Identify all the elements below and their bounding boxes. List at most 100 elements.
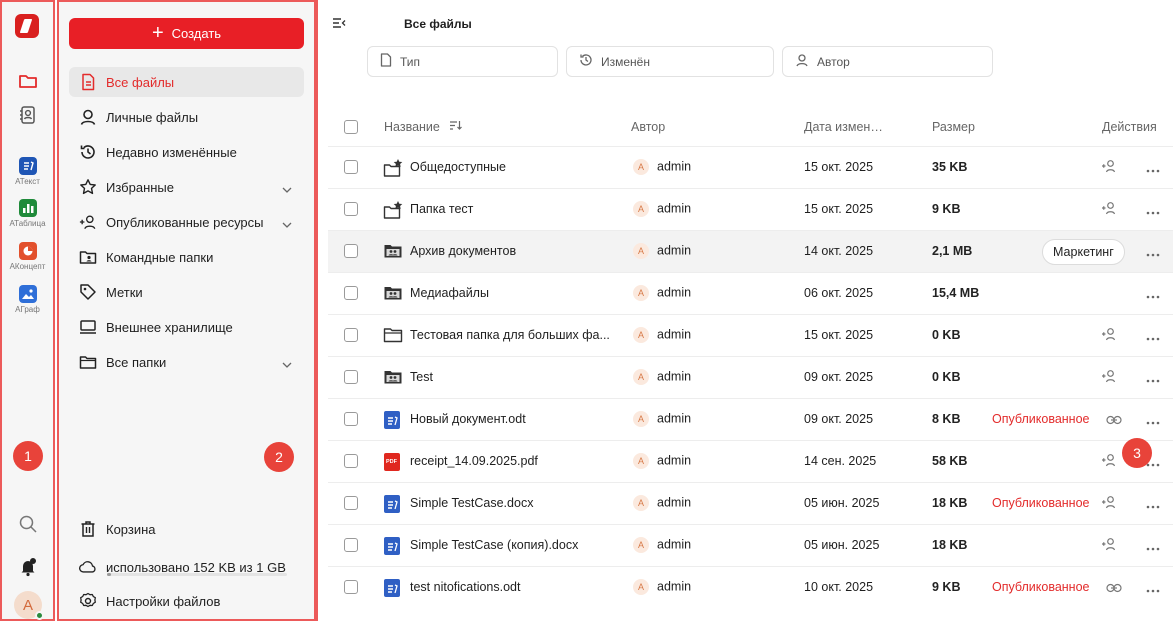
app-graph[interactable]: АГраф (2, 285, 53, 314)
more-actions-icon[interactable] (1146, 498, 1160, 512)
filter-author[interactable]: Автор (782, 46, 993, 77)
table-row[interactable]: Новый документ.odt Aadmin 09 окт. 2025 8 KB… (328, 398, 1173, 440)
file-author: Aadmin (633, 327, 691, 343)
sidebar-item-all-files[interactable]: Все файлы (69, 67, 304, 97)
chevron-down-icon[interactable] (282, 216, 292, 231)
sidebar-item-team-folders[interactable]: Командные папки (69, 242, 304, 272)
row-checkbox[interactable] (344, 454, 358, 468)
table-row[interactable]: Тестовая папка для больших фа... Aadmin 15… (328, 314, 1173, 356)
author-avatar: A (633, 411, 649, 427)
row-checkbox[interactable] (344, 580, 358, 594)
collapse-sidebar-icon[interactable] (332, 16, 346, 34)
file-name[interactable]: receipt_14.09.2025.pdf (410, 454, 538, 468)
row-checkbox[interactable] (344, 328, 358, 342)
chevron-down-icon[interactable] (282, 181, 292, 196)
table-row[interactable]: Test Aadmin 09 окт. 2025 0 KB (328, 356, 1173, 398)
create-button[interactable]: + Создать (69, 18, 304, 49)
table-row[interactable]: Папка тест Aadmin 15 окт. 2025 9 KB (328, 188, 1173, 230)
sidebar-item-personal-files[interactable]: Личные файлы (69, 102, 304, 132)
more-actions-icon[interactable] (1146, 204, 1160, 218)
sidebar-item-external-storage[interactable]: Внешнее хранилище (69, 312, 304, 342)
more-actions-icon[interactable] (1146, 540, 1160, 554)
row-checkbox[interactable] (344, 202, 358, 216)
sidebar-item-published[interactable]: Опубликованные ресурсы (69, 207, 304, 237)
table-row[interactable]: Медиафайлы Aadmin 06 окт. 2025 15,4 MB (328, 272, 1173, 314)
file-name[interactable]: Тестовая папка для больших фа... (410, 328, 610, 342)
row-checkbox[interactable] (344, 538, 358, 552)
file-size: 15,4 MB (932, 286, 980, 300)
user-avatar[interactable]: A (14, 591, 44, 620)
search-icon[interactable] (2, 514, 53, 534)
notifications-bell-icon[interactable] (2, 557, 53, 577)
app-logo[interactable] (15, 14, 39, 38)
app-text[interactable]: АТекст (2, 157, 53, 186)
file-author-name: admin (657, 369, 692, 384)
share-user-icon[interactable] (1101, 201, 1117, 218)
more-actions-icon[interactable] (1146, 372, 1160, 386)
file-author: Aadmin (633, 201, 691, 217)
text-doc-icon (18, 157, 37, 175)
table-row[interactable]: Общедоступные Aadmin 15 окт. 2025 35 KB (328, 146, 1173, 188)
table-row[interactable]: Simple TestCase.docx Aadmin 05 июн. 2025 18… (328, 482, 1173, 524)
share-user-icon[interactable] (1101, 159, 1117, 176)
files-folder-icon[interactable] (2, 72, 53, 90)
contacts-icon[interactable] (2, 105, 53, 125)
sidebar-item-favorites[interactable]: Избранные (69, 172, 304, 202)
row-checkbox[interactable] (344, 244, 358, 258)
tag-badge[interactable]: Маркетинг (1042, 239, 1125, 265)
row-checkbox[interactable] (344, 370, 358, 384)
column-header-date[interactable]: Дата измен… (804, 120, 883, 134)
table-row[interactable]: PDF receipt_14.09.2025.pdf Aadmin 14 сен. 2… (328, 440, 1173, 482)
file-name[interactable]: Test (410, 370, 433, 384)
share-user-icon[interactable] (1101, 369, 1117, 386)
table-row[interactable]: Архив документов Aadmin 14 окт. 2025 2,1 MB… (328, 230, 1173, 272)
row-checkbox[interactable] (344, 286, 358, 300)
share-user-icon[interactable] (1101, 537, 1117, 554)
filter-type[interactable]: Тип (367, 46, 558, 77)
sidebar-item-file-settings[interactable]: Настройки файлов (69, 586, 304, 616)
share-user-icon[interactable] (1101, 327, 1117, 344)
column-header-name[interactable]: Название (384, 120, 463, 134)
row-checkbox[interactable] (344, 496, 358, 510)
select-all-checkbox[interactable] (344, 120, 358, 134)
sidebar-item-tags[interactable]: Метки (69, 277, 304, 307)
app-table[interactable]: АТаблица (2, 199, 53, 228)
column-header-size[interactable]: Размер (932, 120, 975, 134)
share-user-icon[interactable] (1101, 495, 1117, 512)
file-name[interactable]: Архив документов (410, 244, 516, 258)
file-name[interactable]: Общедоступные (410, 160, 506, 174)
link-icon[interactable] (1106, 414, 1122, 428)
more-actions-icon[interactable] (1146, 414, 1160, 428)
filter-author-label: Автор (817, 54, 850, 69)
filter-modified[interactable]: Изменён (566, 46, 774, 77)
link-icon[interactable] (1106, 582, 1122, 596)
more-actions-icon[interactable] (1146, 582, 1160, 596)
author-avatar: A (633, 579, 649, 595)
row-checkbox[interactable] (344, 412, 358, 426)
app-concept[interactable]: АКонцепт (2, 242, 53, 271)
more-actions-icon[interactable] (1146, 288, 1160, 302)
more-actions-icon[interactable] (1146, 162, 1160, 176)
published-status: Опубликованное (992, 496, 1090, 510)
file-name[interactable]: Simple TestCase (копия).docx (410, 538, 578, 552)
file-name[interactable]: test nitofications.odt (410, 580, 520, 594)
author-avatar: A (633, 495, 649, 511)
file-name[interactable]: Папка тест (410, 202, 473, 216)
share-user-icon[interactable] (1101, 453, 1117, 470)
file-name[interactable]: Simple TestCase.docx (410, 496, 533, 510)
sort-icon[interactable] (449, 120, 463, 134)
more-actions-icon[interactable] (1146, 246, 1160, 260)
file-name[interactable]: Новый документ.odt (410, 412, 526, 426)
sidebar-item-trash[interactable]: Корзина (69, 514, 304, 544)
more-actions-icon[interactable] (1146, 330, 1160, 344)
row-checkbox[interactable] (344, 160, 358, 174)
sidebar-item-all-folders[interactable]: Все папки (69, 347, 304, 377)
published-status: Опубликованное (992, 412, 1090, 426)
column-header-author[interactable]: Автор (631, 120, 665, 134)
file-name[interactable]: Медиафайлы (410, 286, 489, 300)
table-row[interactable]: Simple TestCase (копия).docx Aadmin 05 июн… (328, 524, 1173, 566)
table-row[interactable]: test nitofications.odt Aadmin 10 окт. 2025… (328, 566, 1173, 608)
published-status: Опубликованное (992, 580, 1090, 594)
chevron-down-icon[interactable] (282, 356, 292, 371)
sidebar-item-recent[interactable]: Недавно изменённые (69, 137, 304, 167)
